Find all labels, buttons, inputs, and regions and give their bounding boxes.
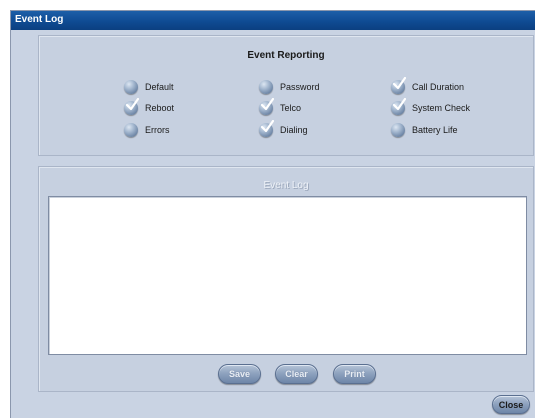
checked-radio-icon	[259, 120, 274, 137]
save-button[interactable]: Save	[218, 364, 261, 384]
option-default[interactable]: Default	[124, 79, 174, 95]
option-label: Telco	[280, 103, 302, 113]
option-label: Dialing	[280, 125, 308, 135]
clear-button[interactable]: Clear	[275, 364, 318, 384]
option-label: Password	[280, 82, 320, 92]
checked-radio-icon	[391, 77, 406, 94]
option-telco[interactable]: Telco	[259, 98, 302, 116]
radio-icon	[259, 80, 273, 94]
event-log-panel: Event Log Save Clear Print	[38, 166, 534, 392]
radio-icon	[391, 123, 405, 137]
radio-icon	[124, 123, 138, 137]
option-system-check[interactable]: System Check	[391, 98, 471, 116]
event-log-textarea[interactable]	[48, 196, 527, 355]
event-log-window: Event Log Event Reporting Default Passwo…	[10, 10, 535, 418]
option-label: Default	[145, 82, 174, 92]
option-label: Call Duration	[412, 82, 465, 92]
option-dialing[interactable]: Dialing	[259, 120, 308, 138]
close-button[interactable]: Close	[492, 395, 530, 414]
title-bar[interactable]: Event Log	[11, 11, 535, 30]
option-label: Reboot	[145, 103, 175, 113]
option-reboot[interactable]: Reboot	[124, 98, 175, 116]
print-button[interactable]: Print	[333, 364, 376, 384]
event-log-title: Event Log	[263, 180, 309, 191]
option-label: System Check	[412, 103, 471, 113]
window-title: Event Log	[15, 14, 64, 25]
checked-radio-icon	[391, 98, 406, 115]
event-reporting-title: Event Reporting	[247, 50, 325, 61]
event-reporting-panel: Event Reporting Default Password Call Du…	[38, 35, 534, 156]
option-errors[interactable]: Errors	[124, 122, 170, 138]
option-battery-life[interactable]: Battery Life	[391, 122, 458, 138]
option-call-duration[interactable]: Call Duration	[391, 77, 465, 95]
option-password[interactable]: Password	[259, 79, 320, 95]
option-label: Battery Life	[412, 125, 458, 135]
radio-icon	[124, 80, 138, 94]
checked-radio-icon	[124, 98, 139, 115]
option-label: Errors	[145, 125, 170, 135]
checked-radio-icon	[259, 98, 274, 115]
